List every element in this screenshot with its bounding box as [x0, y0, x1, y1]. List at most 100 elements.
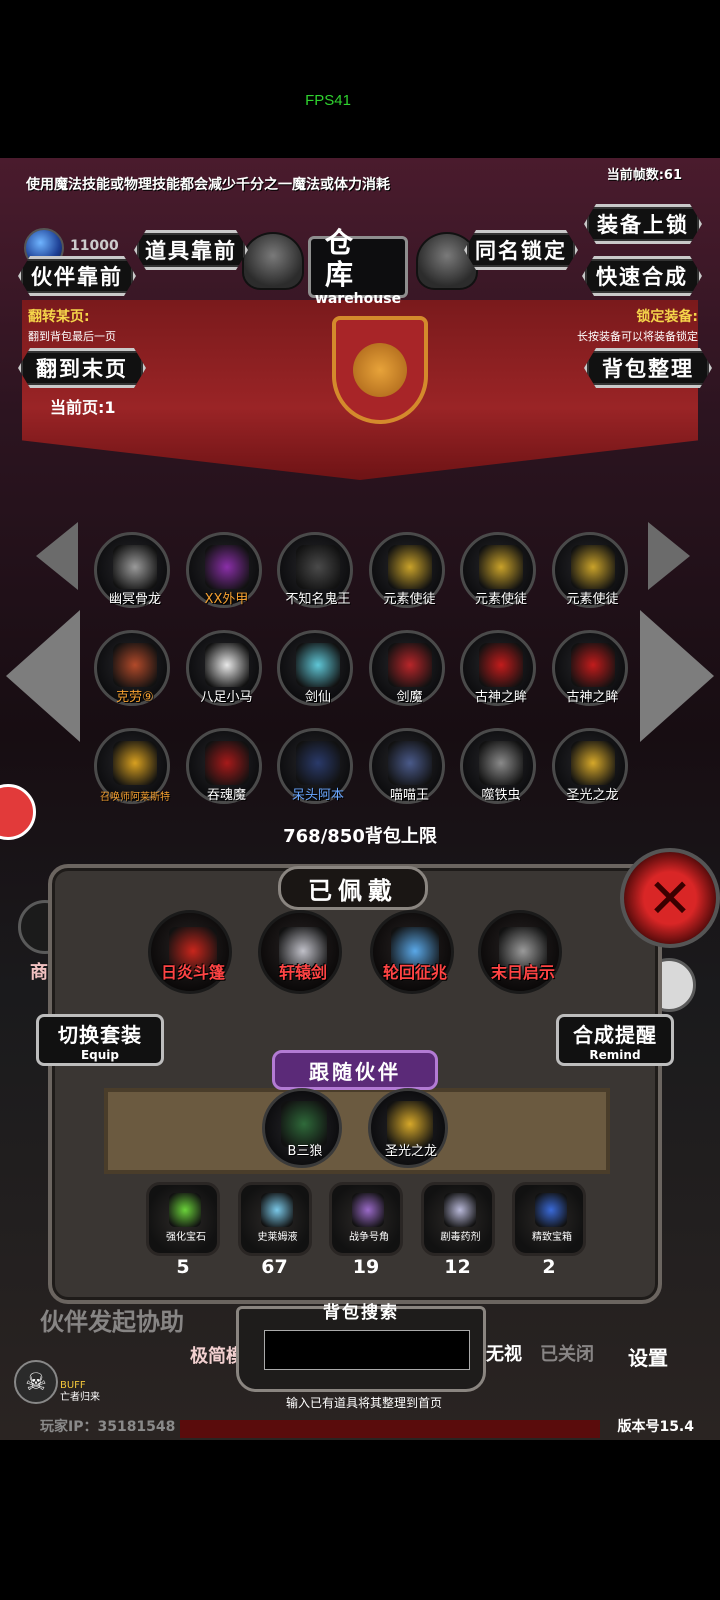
- warehouse-item[interactable]: 召唤师阿莱斯特: [94, 728, 170, 804]
- prev-page-arrow-icon[interactable]: [36, 522, 78, 590]
- skull-icon[interactable]: ☠: [14, 1360, 58, 1404]
- item-art-icon: [570, 643, 615, 687]
- item-art-icon: [387, 741, 432, 785]
- merge-remind-button[interactable]: 合成提醒 Remind: [556, 1014, 674, 1066]
- next-page-large-arrow-icon[interactable]: [640, 610, 714, 742]
- quick-merge-button[interactable]: 快速合成: [582, 256, 702, 296]
- warehouse-item[interactable]: 噬铁虫: [460, 728, 536, 804]
- frame-rate-label: 当前帧数:61: [606, 168, 682, 183]
- items-front-button[interactable]: 道具靠前: [134, 230, 248, 270]
- item-art-icon: [387, 643, 432, 687]
- bag-sort-button[interactable]: 背包整理: [584, 348, 712, 388]
- warehouse-title: 仓库 warehouse: [308, 227, 408, 307]
- consumable-item[interactable]: 战争号角: [329, 1182, 403, 1256]
- item-art-icon: [479, 643, 523, 687]
- consumable-art-icon: [352, 1193, 384, 1227]
- consumable-name: 战争号角: [349, 1232, 389, 1243]
- warehouse-item[interactable]: 元素使徒: [551, 532, 628, 608]
- equipped-item[interactable]: 轮回征兆: [370, 910, 454, 994]
- bg-shop-text[interactable]: 商: [30, 958, 48, 984]
- consumable-art-icon: [260, 1193, 293, 1227]
- next-page-arrow-icon[interactable]: [648, 522, 690, 590]
- warehouse-item[interactable]: 不知名鬼王: [277, 532, 353, 608]
- warehouse-item[interactable]: 呆头阿本: [277, 728, 353, 804]
- close-icon[interactable]: ✕: [620, 848, 720, 948]
- item-name: 元素使徒: [474, 592, 527, 607]
- consumable-count: 5: [176, 1256, 190, 1278]
- equipped-item[interactable]: 日炎斗篷: [148, 910, 232, 994]
- warehouse-item[interactable]: 喵喵王: [368, 728, 445, 804]
- lion-shield-icon: [332, 316, 428, 424]
- flip-page-desc: 翻到背包最后一页: [28, 330, 116, 343]
- prev-page-large-arrow-icon[interactable]: [6, 610, 80, 742]
- item-art-icon: [570, 545, 615, 589]
- warehouse-item[interactable]: 圣光之龙: [551, 728, 628, 804]
- follow-partner-title: 跟随伙伴: [272, 1050, 438, 1090]
- consumable-art-icon: [535, 1193, 567, 1227]
- item-art-icon: [113, 545, 157, 589]
- item-name: 元素使徒: [566, 592, 619, 607]
- title-en: warehouse: [314, 291, 402, 307]
- consumable-name: 史莱姆液: [257, 1232, 298, 1243]
- consumable-art-icon: [169, 1193, 201, 1227]
- left-helmet-icon: [242, 232, 304, 290]
- item-art-icon: [296, 545, 340, 589]
- item-art-icon: [113, 741, 157, 785]
- warehouse-item[interactable]: 剑仙: [277, 630, 353, 706]
- bg-settings-text[interactable]: 设置: [628, 1342, 668, 1371]
- equipped-item[interactable]: 末日启示: [478, 910, 562, 994]
- right-helmet-icon: [416, 232, 478, 290]
- player-ip: 玩家IP：35181548: [40, 1419, 176, 1435]
- buff-label: BUFF 亡者归来: [60, 1380, 100, 1404]
- consumable-item[interactable]: 精致宝箱: [512, 1182, 586, 1256]
- consumable-item[interactable]: 史莱姆液: [237, 1182, 312, 1256]
- lock-equip-label: 锁定装备:: [636, 309, 698, 325]
- item-art-icon: [204, 643, 249, 687]
- warehouse-item[interactable]: 幽冥骨龙: [94, 532, 170, 608]
- switch-set-label: 切换套装: [58, 1022, 142, 1047]
- consumable-item[interactable]: 强化宝石: [146, 1182, 220, 1256]
- item-art-icon: [204, 741, 249, 785]
- equip-name: 轩辕剑: [278, 963, 327, 982]
- item-name: 古神之眸: [474, 690, 527, 705]
- item-name: 召唤师阿莱斯特: [100, 792, 170, 803]
- warehouse-item[interactable]: 元素使徒: [460, 532, 536, 608]
- equip-lock-button[interactable]: 装备上锁: [584, 204, 702, 244]
- item-name: 吞魂魔: [206, 788, 246, 803]
- equipped-title: 已佩戴: [278, 866, 428, 910]
- buff-sub: 亡者归来: [60, 1392, 100, 1403]
- bottom-red-bar: [180, 1420, 600, 1438]
- consumable-count: 12: [444, 1256, 471, 1278]
- warehouse-item[interactable]: 古神之眸: [460, 630, 536, 706]
- warehouse-item[interactable]: 元素使徒: [368, 532, 445, 608]
- equipped-item[interactable]: 轩辕剑: [258, 910, 342, 994]
- equip-name: 日炎斗篷: [160, 963, 225, 982]
- equip-name: 末日启示: [490, 963, 555, 982]
- current-page: 当前页:1: [50, 398, 116, 417]
- bg-partner-help-text: 伙伴发起协助: [40, 1308, 184, 1336]
- equip-name: 轮回征兆: [382, 963, 447, 982]
- consumable-name: 强化宝石: [166, 1232, 206, 1243]
- item-name: XX外甲: [204, 592, 249, 607]
- partner-front-button[interactable]: 伙伴靠前: [18, 256, 136, 296]
- item-art-icon: [570, 741, 615, 785]
- warehouse-item[interactable]: 克劳⑨: [94, 630, 170, 706]
- consumable-item[interactable]: 剧毒药剂: [420, 1182, 495, 1256]
- warehouse-item[interactable]: 剑魔: [368, 630, 445, 706]
- warehouse-item[interactable]: 古神之眸: [551, 630, 628, 706]
- follow-pet[interactable]: 圣光之龙: [368, 1088, 448, 1168]
- switch-set-button[interactable]: 切换套装 Equip: [36, 1014, 164, 1066]
- name-lock-button[interactable]: 同名锁定: [464, 230, 578, 270]
- warehouse-item[interactable]: XX外甲: [185, 532, 262, 608]
- warehouse-item[interactable]: 吞魂魔: [185, 728, 262, 804]
- warehouse-item[interactable]: 八足小马: [185, 630, 262, 706]
- item-name: 克劳⑨: [116, 690, 154, 705]
- go-last-page-button[interactable]: 翻到末页: [18, 348, 146, 388]
- follow-bar: [104, 1088, 610, 1174]
- item-art-icon: [296, 741, 340, 785]
- buff-title: BUFF: [60, 1380, 86, 1391]
- search-input[interactable]: [264, 1330, 470, 1370]
- follow-pet[interactable]: B三狼: [262, 1088, 342, 1168]
- consumable-art-icon: [443, 1193, 476, 1227]
- item-name: 喵喵王: [389, 788, 429, 803]
